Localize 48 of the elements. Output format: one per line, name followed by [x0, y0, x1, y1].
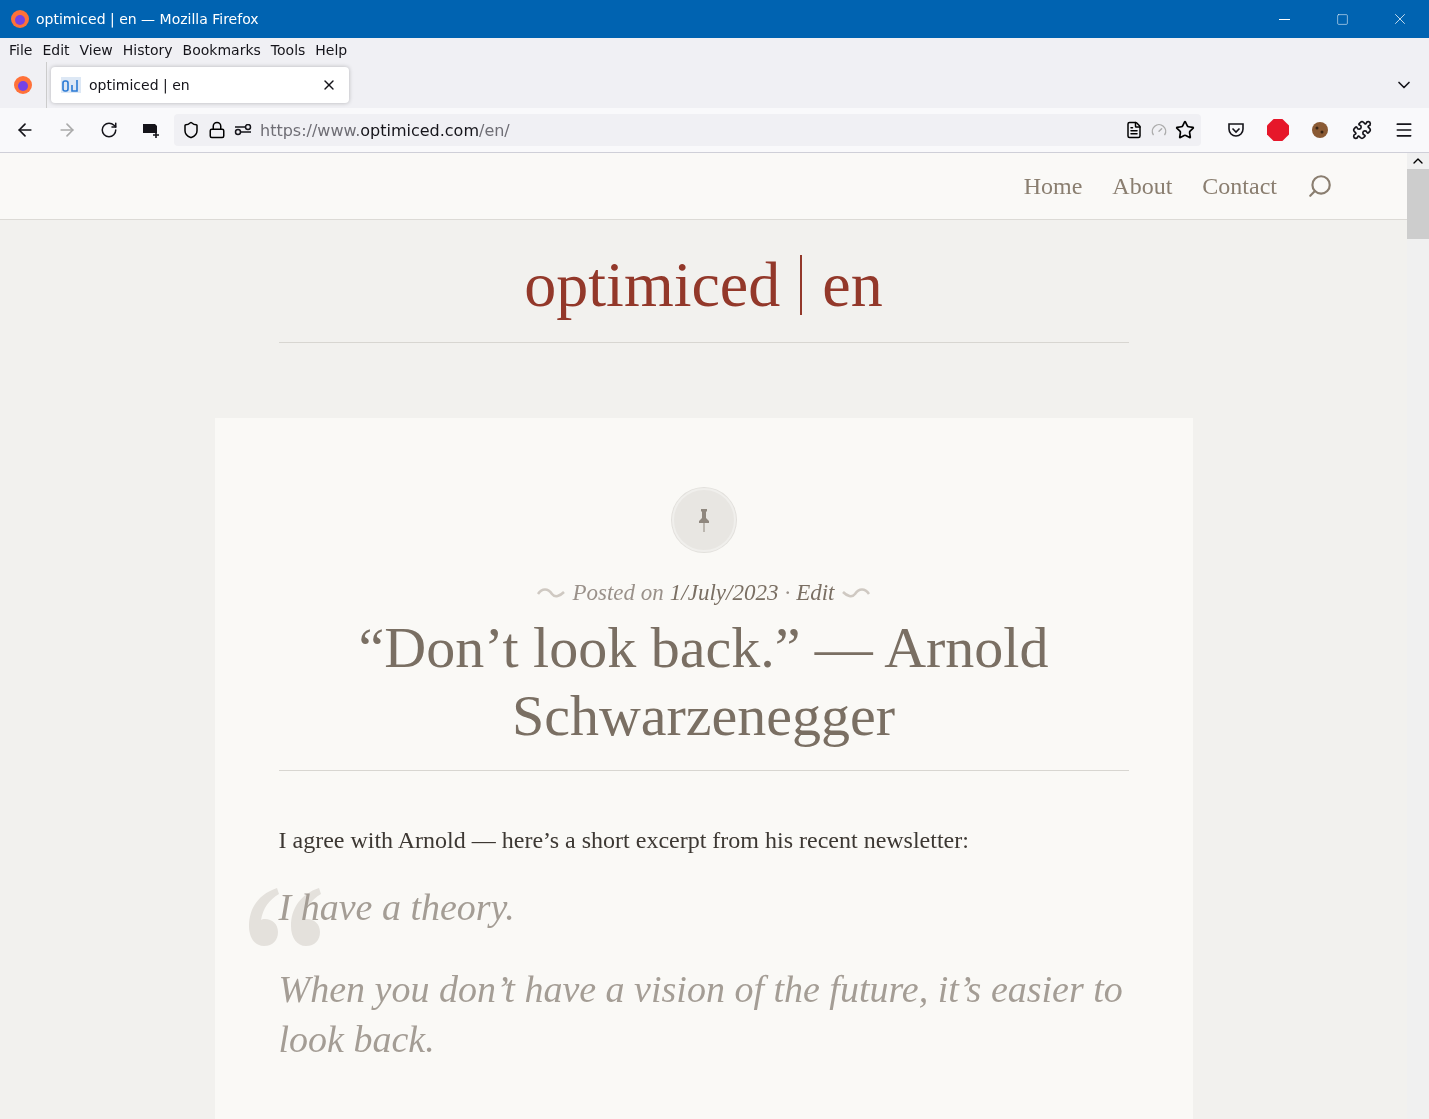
reload-icon: [100, 121, 118, 139]
browser-logo-icon: [13, 75, 33, 95]
posted-on-label: Posted on: [572, 580, 664, 606]
meta-separator: ·: [784, 580, 791, 606]
site-title-suffix[interactable]: en: [822, 248, 883, 322]
address-bar[interactable]: https://www.optimiced.com/en/: [174, 114, 1201, 146]
nav-link[interactable]: Contact: [1202, 172, 1277, 200]
edit-link[interactable]: Edit: [796, 580, 835, 606]
menu-item[interactable]: Bookmarks: [177, 42, 266, 58]
post-date-link[interactable]: 1/July/2023: [669, 580, 779, 606]
menu-item[interactable]: Edit: [37, 42, 75, 58]
scrollbar[interactable]: [1407, 153, 1429, 1119]
browser-tab[interactable]: optimiced | en: [51, 67, 349, 103]
menu-item[interactable]: Help: [310, 42, 353, 58]
pocket-icon: [1227, 122, 1245, 138]
menu-item[interactable]: View: [74, 42, 118, 58]
search-icon[interactable]: [1307, 173, 1333, 199]
site-favicon-icon: [61, 77, 81, 93]
post-intro: I agree with Arnold — here’s a short excerpt from his recent newsletter:: [278, 827, 970, 854]
tab-label: optimiced | en: [89, 77, 191, 93]
permissions-icon: [234, 124, 252, 136]
minimize-icon: [1278, 18, 1290, 20]
lock-icon: [208, 121, 226, 139]
cookie-icon: [1310, 120, 1330, 140]
quote-text: I have a theory.: [278, 885, 516, 930]
maximize-icon: [1335, 12, 1349, 26]
puzzle-icon: [1352, 120, 1372, 140]
shield-icon: [182, 121, 200, 139]
stop-sign-icon: [1267, 119, 1289, 141]
browser-logo-icon: [10, 9, 30, 29]
menu-icon: [1394, 120, 1414, 140]
reader-view-icon[interactable]: [1125, 121, 1143, 139]
ornament-icon: [840, 587, 871, 599]
nav-link[interactable]: Home: [1023, 172, 1083, 200]
menu-item[interactable]: History: [117, 42, 178, 58]
scroll-thumb[interactable]: [1407, 169, 1429, 239]
quote-text: When you don’t have a vision of the future, it’s easier to look back.: [278, 967, 1124, 1062]
site-title[interactable]: optimiced: [524, 248, 781, 322]
pushpin-icon: [696, 507, 711, 533]
window-title: optimiced | en — Mozilla Firefox: [36, 11, 260, 27]
nav-link[interactable]: About: [1112, 172, 1173, 200]
menu-item[interactable]: Tools: [265, 42, 311, 58]
menu-item[interactable]: File: [4, 42, 38, 58]
ornament-icon: [536, 587, 567, 599]
url-text: https://www.optimiced.com/en/: [260, 120, 511, 140]
post-title: “Don’t look back.” — Arnold Schwarzenegger: [278, 614, 1129, 771]
tab-plus-icon: [141, 121, 161, 139]
bookmark-star-icon[interactable]: [1175, 120, 1195, 140]
